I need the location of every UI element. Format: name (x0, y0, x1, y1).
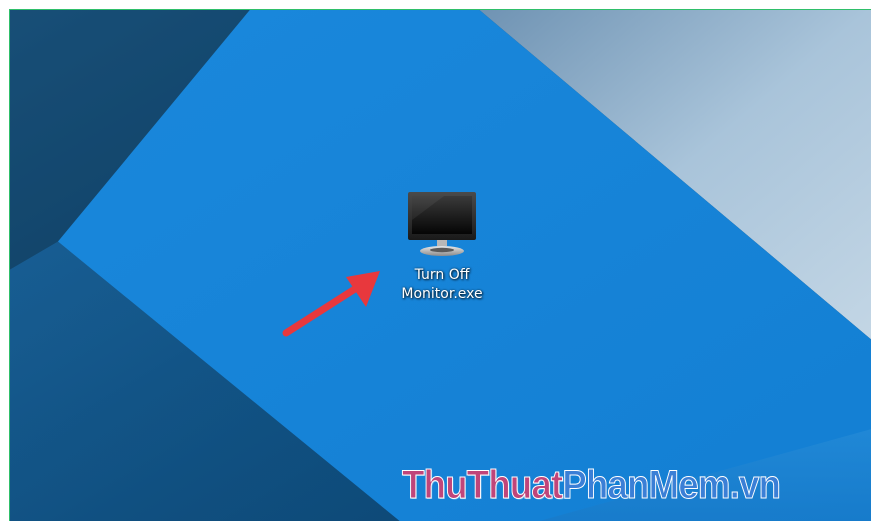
desktop[interactable]: Turn Off Monitor.exe ThuThuatPhanMem.vn (9, 9, 871, 521)
shortcut-label: Turn Off Monitor.exe (401, 267, 483, 302)
watermark: ThuThuatPhanMem.vn (402, 463, 782, 508)
watermark-part-1: ThuThuat (402, 463, 564, 508)
turn-off-monitor-shortcut[interactable]: Turn Off Monitor.exe (372, 190, 512, 304)
monitor-icon (408, 192, 476, 256)
red-arrow-annotation (282, 271, 380, 337)
screenshot-frame: Turn Off Monitor.exe ThuThuatPhanMem.vn (0, 0, 873, 525)
watermark-part-2: PhanMem.vn (562, 463, 782, 508)
